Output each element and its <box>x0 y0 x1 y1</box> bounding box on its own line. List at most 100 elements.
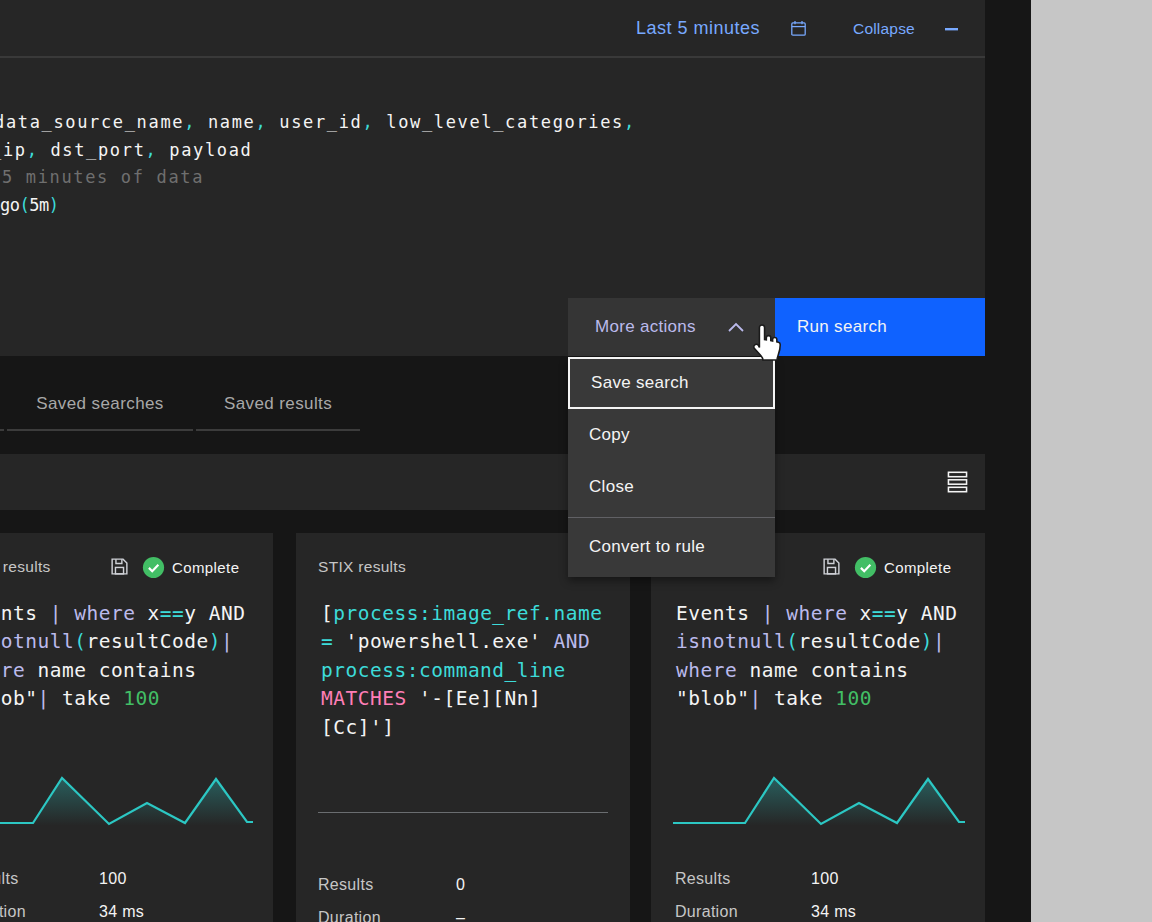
tab-partial <box>0 381 4 431</box>
run-search-button[interactable]: Run search <box>775 298 985 356</box>
code-token: where <box>0 659 25 682</box>
card-status: Complete <box>172 559 239 576</box>
card-code: Events | where x==y ANDisnotnull(resultC… <box>0 600 246 714</box>
stat-label: Duration <box>318 909 381 922</box>
menu-item-close[interactable]: Close <box>568 461 775 513</box>
code-token: | <box>221 630 233 653</box>
results-sparkline <box>671 770 967 828</box>
complete-check-icon <box>854 556 877 579</box>
complete-check-icon <box>142 556 165 579</box>
code-token: go <box>0 195 19 215</box>
card-code: Events | where x==y ANDisnotnull(resultC… <box>676 600 958 714</box>
result-card: Events results CompleteEvents | where x=… <box>651 533 985 922</box>
code-token: ) <box>49 195 59 215</box>
cursor-pointer-icon <box>749 324 781 362</box>
code-token: ( <box>19 195 29 215</box>
results-toolbar <box>0 454 985 510</box>
code-token: resultCode <box>86 630 208 653</box>
code-token: MATCHES <box>321 687 407 710</box>
code-token: , <box>362 112 374 132</box>
code-token: where <box>676 659 737 682</box>
code-token: [Cc]'] <box>321 716 394 739</box>
code-token: take <box>762 687 835 710</box>
code-token: x <box>847 602 871 625</box>
stat-value: 34 ms <box>811 903 856 921</box>
minus-icon[interactable] <box>945 28 958 31</box>
result-card: STIX results [process:image_ref.name= 'po… <box>296 533 630 922</box>
card-status: Complete <box>884 559 951 576</box>
code-token: Events <box>676 602 762 625</box>
code-token: payload <box>157 140 252 160</box>
code-token: name <box>196 112 255 132</box>
stat-value: – <box>456 909 465 922</box>
code-token: y AND <box>184 602 245 625</box>
app-window: Last 5 minutes Collapse data_source_name… <box>0 0 1031 922</box>
code-token: 100 <box>123 687 160 710</box>
code-token: ( <box>74 630 86 653</box>
editor-code-line: go(5m) <box>0 192 636 220</box>
rows-view-icon[interactable] <box>947 471 968 493</box>
code-token: process:command_line <box>321 659 566 682</box>
more-actions-button[interactable]: More actions <box>568 298 775 356</box>
chevron-up-icon <box>726 320 746 334</box>
code-token: '-[Ee][Nn] <box>407 687 542 710</box>
code-token: _ip <box>0 140 27 160</box>
card-divider <box>318 812 608 813</box>
code-token: resultCode <box>798 630 920 653</box>
code-token: | <box>933 630 945 653</box>
more-actions-menu: Save searchCopyClose Convert to rule <box>568 357 775 577</box>
more-actions-label: More actions <box>595 317 696 336</box>
code-token: == <box>872 602 896 625</box>
code-token: where <box>786 602 847 625</box>
menu-item-save-search[interactable]: Save search <box>568 357 775 409</box>
code-token: AND <box>541 630 590 653</box>
code-token: isnotnull <box>676 630 786 653</box>
card-code: [process:image_ref.name= 'powershell.exe… <box>321 600 603 742</box>
menu-divider <box>568 513 775 521</box>
code-token: 5 minutes of data <box>2 167 204 187</box>
stat-label: Duration <box>0 903 26 921</box>
code-token: 5m <box>29 195 48 215</box>
editor-code-line: 5 minutes of data <box>2 164 636 192</box>
save-icon[interactable] <box>822 557 841 576</box>
tab-saved-searches[interactable]: Saved searches <box>7 381 193 431</box>
card-title: Events results <box>0 558 51 576</box>
time-range-button[interactable]: Last 5 minutes <box>636 18 760 39</box>
result-card: Events results CompleteEvents | where x=… <box>0 533 273 922</box>
code-token: 'powershell.exe' <box>333 630 541 653</box>
stat-label: Results <box>675 870 730 888</box>
code-token: , <box>146 140 158 160</box>
tab-saved-results-label: Saved results <box>224 394 332 413</box>
stat-value: 100 <box>99 870 127 888</box>
code-token: user_id <box>267 112 362 132</box>
code-token: | <box>37 687 49 710</box>
menu-item-copy[interactable]: Copy <box>568 409 775 461</box>
code-token: "blob" <box>676 687 749 710</box>
code-token: ( <box>786 630 798 653</box>
code-token: , <box>256 112 268 132</box>
code-token: , <box>184 112 196 132</box>
code-token: == <box>160 602 184 625</box>
menu-item-convert-to-rule[interactable]: Convert to rule <box>568 521 775 573</box>
stat-value: 0 <box>456 876 465 894</box>
code-token: 100 <box>835 687 872 710</box>
stat-label: Results <box>318 876 373 894</box>
code-token: isnotnull <box>0 630 74 653</box>
code-token: , <box>624 112 636 132</box>
calendar-icon[interactable] <box>790 20 807 37</box>
stat-value: 34 ms <box>99 903 144 921</box>
code-token: where <box>74 602 135 625</box>
save-icon[interactable] <box>110 557 129 576</box>
editor-header-bar: Last 5 minutes Collapse <box>0 0 985 58</box>
code-token: name contains <box>737 659 908 682</box>
code-token: ) <box>209 630 221 653</box>
tab-saved-results[interactable]: Saved results <box>196 381 360 431</box>
tab-saved-searches-label: Saved searches <box>36 394 164 413</box>
code-token: | <box>50 602 74 625</box>
card-title: STIX results <box>318 558 406 576</box>
code-token: dst_port <box>39 140 146 160</box>
run-search-label: Run search <box>797 317 887 336</box>
collapse-button[interactable]: Collapse <box>853 20 915 38</box>
editor-code: data_source_name, name, user_id, low_lev… <box>0 109 636 220</box>
code-token: | <box>749 687 761 710</box>
